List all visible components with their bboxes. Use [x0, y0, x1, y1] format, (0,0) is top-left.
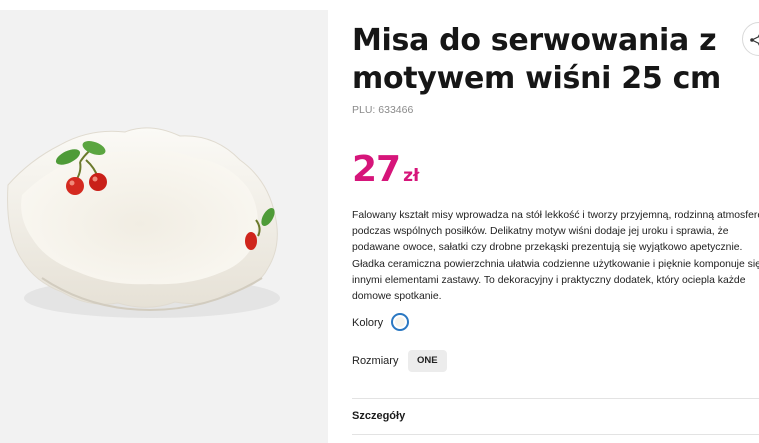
color-swatch-selected[interactable] [391, 313, 409, 331]
details-accordion-toggle[interactable]: Szczegóły [352, 410, 405, 422]
sizes-label: Rozmiary [352, 355, 399, 367]
price-currency: zł [403, 166, 420, 186]
product-title: Misa do serwowania z motywem wiśni 25 cm [352, 23, 722, 96]
product-image [7, 127, 280, 318]
product-image-gallery[interactable] [0, 10, 328, 443]
size-option-one[interactable]: ONE [408, 350, 447, 372]
price-value: 27 [352, 149, 401, 190]
product-price: 27 zł [352, 150, 419, 190]
divider [352, 398, 759, 399]
product-plu: PLU: 633466 [352, 104, 414, 116]
divider [352, 434, 759, 435]
share-button[interactable] [742, 22, 759, 56]
product-description: Falowany kształt misy wprowadza na stół … [352, 210, 759, 303]
colors-label: Kolory [352, 317, 384, 329]
